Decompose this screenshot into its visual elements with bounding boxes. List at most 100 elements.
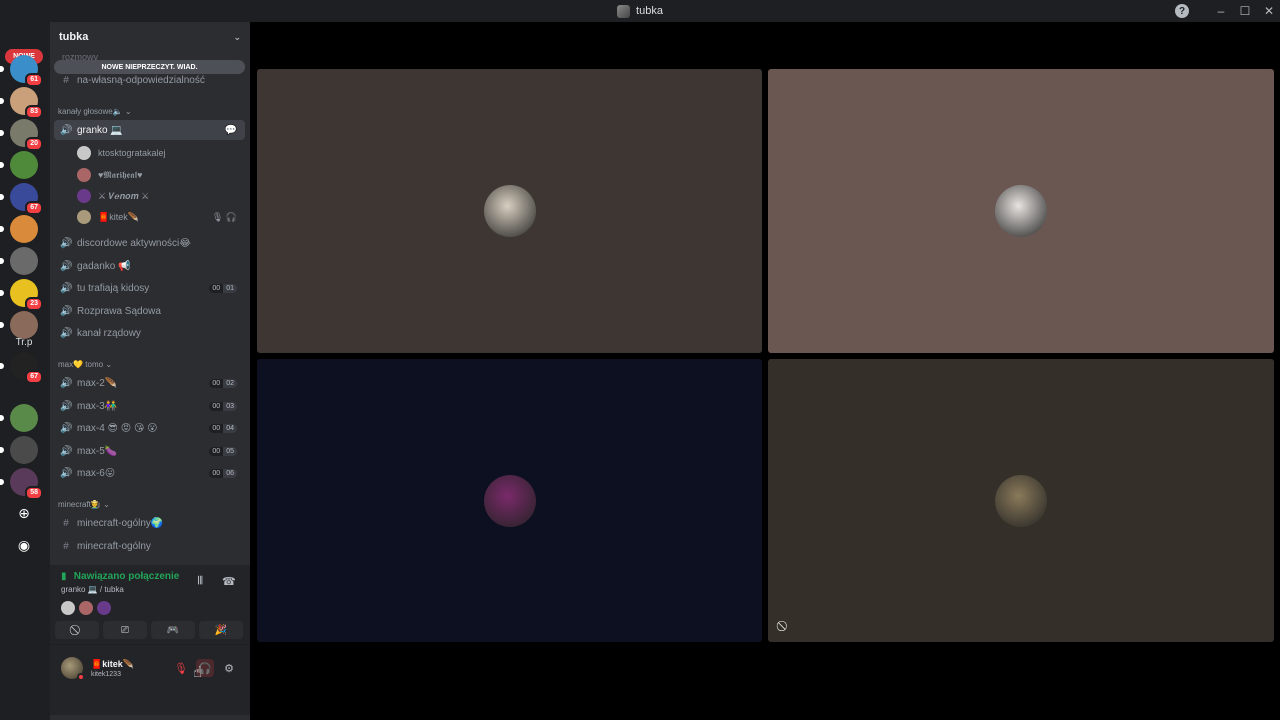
close-icon[interactable]: ✕ <box>1257 0 1280 22</box>
server-icon[interactable] <box>0 151 38 179</box>
channel-item[interactable]: 🔊 max-5🍆 00 05 <box>54 441 245 461</box>
channel-item[interactable]: # minecraft-ogólny🌍 <box>54 513 245 533</box>
server-icon[interactable]: 83 <box>0 87 43 119</box>
speaker-icon: 🔊 <box>60 282 73 294</box>
noise-suppression-icon[interactable]: 𝄃𝄃 <box>198 575 203 588</box>
user-name[interactable]: 🧧kitek🪶 <box>91 659 134 670</box>
avatar[interactable] <box>97 601 111 615</box>
add-server-icon[interactable]: ⊕ <box>15 504 33 522</box>
channel-item[interactable]: # minecraft-ogólny <box>54 536 245 556</box>
unread-indicator <box>0 363 4 369</box>
server-icon[interactable] <box>0 404 38 432</box>
server-text-icon[interactable]: Tr.p <box>10 333 38 353</box>
participant-tile[interactable] <box>768 69 1274 353</box>
chat-bubble-icon[interactable]: 💬 <box>225 125 237 136</box>
maximize-icon[interactable]: ☐ <box>1233 0 1257 22</box>
channel-name: max-3👫 <box>77 400 118 412</box>
channel-text[interactable]: # na-własną-odpowiedzialność <box>54 70 245 90</box>
channel-item[interactable]: 🔊 max-4 😎 😡 😘 😮 00 04 <box>54 418 245 438</box>
voice-member[interactable]: ⚔ 𝑽𝒆𝒏𝒐𝒎 ⚔ <box>77 186 243 206</box>
discover-icon[interactable]: ◉ <box>15 536 33 554</box>
channel-sidebar: tubka ⌄ rozmowy NOWE NIEPRZECZYT. WIAD. … <box>50 22 250 720</box>
voice-participant-avatars <box>61 601 115 615</box>
title-bar: tubka ? – ☐ ✕ <box>0 0 1280 22</box>
participant-tile[interactable] <box>257 359 762 642</box>
voice-connection-panel: ▮ Nawiązano połączenie granko 💻 / tubka … <box>50 565 250 645</box>
screen-share-button[interactable]: ⎚ <box>103 621 147 639</box>
avatar <box>995 185 1047 237</box>
channel-name: max-4 😎 😡 😘 😮 <box>77 422 158 434</box>
user-limit-badge: 00 06 <box>209 468 237 478</box>
member-name: ♥𝕸𝖆𝖗𝖎𝖍𝖊𝖆𝖑♥ <box>98 169 143 180</box>
soundboard-button[interactable]: 🎉 <box>199 621 243 639</box>
server-icon[interactable]: 58 <box>0 468 43 500</box>
user-limit-badge: 00 01 <box>209 283 237 293</box>
avatar[interactable] <box>79 601 93 615</box>
channel-name: minecraft-ogólny <box>77 540 151 552</box>
connection-location[interactable]: granko 💻 / tubka <box>61 585 124 594</box>
help-icon[interactable]: ? <box>1175 4 1189 18</box>
user-count: 00 <box>209 283 224 293</box>
participant-tile[interactable]: ⃠ <box>768 359 1274 642</box>
avatar <box>77 146 91 160</box>
user-limit-badge: 00 03 <box>209 401 237 411</box>
avatar[interactable] <box>61 601 75 615</box>
voice-member[interactable]: ktosktogratakalej <box>77 143 243 163</box>
channel-item[interactable]: 🔊 max-3👫 00 03 <box>54 396 245 416</box>
server-4-image <box>10 151 38 179</box>
server-icon[interactable]: 23 <box>0 279 43 311</box>
server-name: tubka <box>59 31 89 43</box>
participant-tile[interactable] <box>257 69 762 353</box>
unread-indicator <box>0 415 4 421</box>
speaker-icon: 🔊 <box>60 260 73 272</box>
channel-item[interactable]: 🔊 gadanko 📢 <box>54 256 245 276</box>
channel-voice-active[interactable]: 🔊 granko 💻 💬 <box>54 120 245 140</box>
server-icon[interactable]: 20 <box>0 119 43 151</box>
user-limit: 04 <box>223 423 237 433</box>
channel-item[interactable]: 🔊 tu trafiają kidosy 00 01 <box>54 278 245 298</box>
server-icon[interactable]: 61 <box>0 55 43 87</box>
server-12-image <box>10 436 38 464</box>
speaker-icon: 🔊 <box>60 445 73 457</box>
server-6-image <box>10 215 38 243</box>
window-title: tubka <box>636 5 663 17</box>
speaker-icon: 🔊 <box>60 124 73 136</box>
server-icon[interactable] <box>0 436 38 464</box>
camera-off-button[interactable]: ⃠ <box>55 621 99 639</box>
voice-stage: ⃠ <box>250 22 1280 720</box>
server-icon[interactable]: 67 <box>0 183 43 215</box>
channel-name: gadanko 📢 <box>77 260 131 272</box>
channel-item[interactable]: 🔊 Rozprawa Sądowa <box>54 301 245 321</box>
server-icon[interactable] <box>0 215 38 243</box>
server-icon[interactable] <box>0 247 38 275</box>
mention-badge: 23 <box>25 297 43 311</box>
avatar[interactable] <box>61 657 85 681</box>
mic-muted-icon[interactable]: 🎙 <box>172 659 190 677</box>
avatar <box>77 210 91 224</box>
voice-member[interactable]: 🧧kitek🪶 🎙 🎧 <box>77 207 243 227</box>
speaker-icon: 🔊 <box>60 422 73 434</box>
disconnect-icon[interactable]: ☎ <box>222 575 236 588</box>
gear-icon[interactable]: ⚙ <box>220 659 238 677</box>
server-icon[interactable]: 67 <box>0 352 43 384</box>
channel-item[interactable]: 🔊 max-2🪶 00 02 <box>54 373 245 393</box>
unread-indicator <box>0 162 4 168</box>
user-limit-badge: 00 04 <box>209 423 237 433</box>
category-minecraft[interactable]: minecraft👨‍🌾 ⌄ <box>58 500 110 509</box>
server-header[interactable]: tubka ⌄ <box>50 22 250 52</box>
channel-item[interactable]: 🔊 kanał rządowy <box>54 323 245 343</box>
unread-indicator <box>0 66 4 72</box>
channel-item[interactable]: 🔊 max-6😛 00 06 <box>54 463 245 483</box>
user-limit: 02 <box>223 378 237 388</box>
activity-button[interactable]: 🎮 <box>151 621 195 639</box>
category-max[interactable]: max💛 tomo ⌄ <box>58 360 112 369</box>
user-count: 00 <box>209 468 224 478</box>
minimize-icon[interactable]: – <box>1209 0 1233 22</box>
voice-member[interactable]: ♥𝕸𝖆𝖗𝖎𝖍𝖊𝖆𝖑♥ <box>77 165 243 185</box>
channel-name: kanał rządowy <box>77 327 141 339</box>
video-off-icon[interactable]: ⃠ <box>776 618 792 634</box>
category-voice[interactable]: kanały głosowe🔈 ⌄ <box>58 107 132 116</box>
mouse-cursor-icon: ☝ <box>193 664 203 681</box>
channel-item[interactable]: 🔊 discordowe aktywności😂 <box>54 233 245 253</box>
user-limit: 05 <box>223 446 237 456</box>
